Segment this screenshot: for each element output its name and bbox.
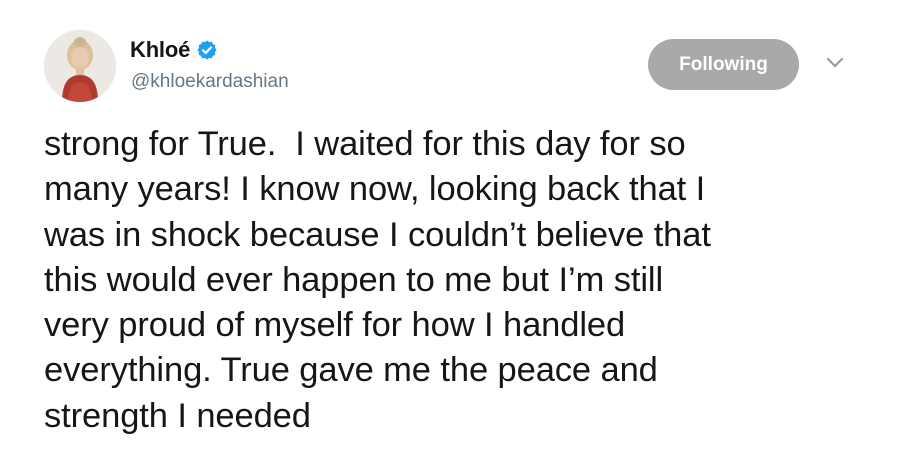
profile-photo [44,30,116,102]
verified-badge-icon [197,40,217,60]
profile-avatar[interactable] [44,30,116,102]
tweet-text-line: strong for True. I waited for this day f… [44,125,686,163]
author-handle[interactable]: @khloekardashian [131,71,289,93]
author-display-name[interactable]: Khloé [130,37,190,63]
tweet-text-line: everything. True gave me the peace and [44,351,658,390]
tweet-text: strong for True. I waited for this day f… [44,122,874,439]
tweet-text-line: was in shock because I couldn’t believe … [44,215,711,254]
following-button[interactable]: Following [648,39,799,90]
tweet-text-line: many years! I know now, looking back tha… [44,170,706,209]
tweet-text-line: this would ever happen to me but I’m sti… [44,260,664,299]
author-name-row[interactable]: Khloé [130,35,218,65]
chevron-down-icon[interactable] [826,56,844,70]
tweet-card: Khloé @khloekardashian Following strong … [0,0,900,464]
tweet-text-line: very proud of myself for how I handled [44,306,626,345]
tweet-text-line: strength I needed [44,396,311,435]
